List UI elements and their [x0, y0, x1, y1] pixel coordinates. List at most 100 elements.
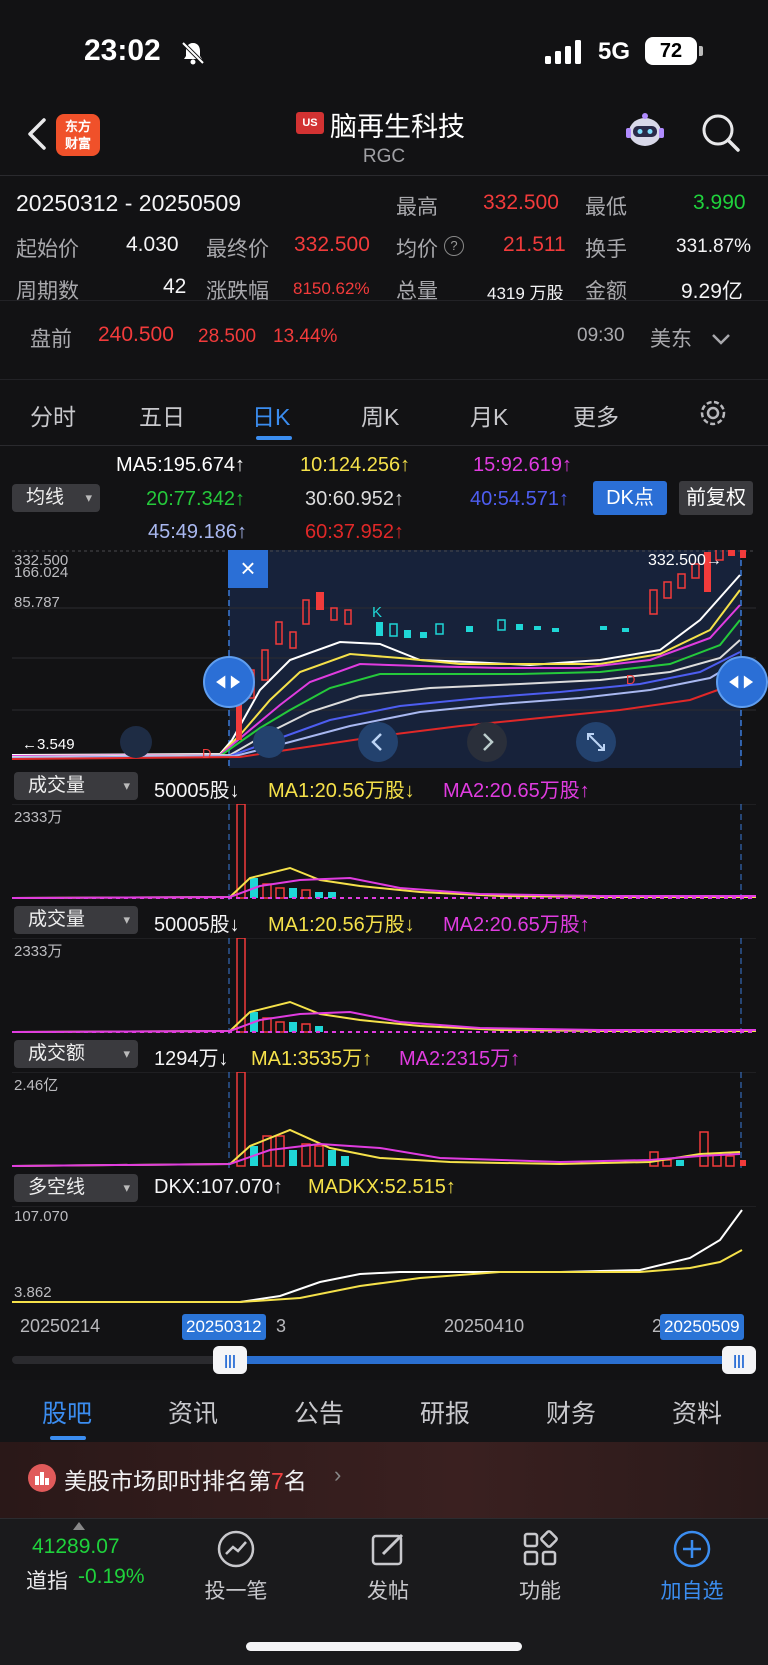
- chevron-down-icon[interactable]: [710, 331, 732, 347]
- trend-circle-icon: [217, 1530, 255, 1568]
- grid-icon: [523, 1530, 558, 1566]
- left-shade-button[interactable]: [120, 726, 152, 758]
- high-value: 332.500: [483, 191, 559, 214]
- tab-research[interactable]: 研报: [420, 1394, 470, 1430]
- close-value: 332.500: [294, 233, 370, 256]
- high-label: 最高: [396, 196, 438, 219]
- premarket-zone: 美东: [650, 328, 692, 351]
- range-start-chip: 20250312: [182, 1314, 266, 1340]
- back-arrow-icon[interactable]: [22, 114, 52, 154]
- nav-functions[interactable]: 功能: [485, 1529, 595, 1605]
- premarket-price: 240.500: [98, 323, 174, 346]
- expand-icon: [587, 733, 605, 751]
- timeline-selected-range[interactable]: [228, 1356, 740, 1364]
- volume-bars-2: [11, 938, 756, 1038]
- volume-value-2: 50005股↓: [154, 914, 240, 936]
- chevron-right-icon: [483, 733, 494, 751]
- nav-add-watchlist[interactable]: 加自选: [637, 1529, 747, 1605]
- drag-arrows-icon: [216, 675, 241, 689]
- avg-value: 21.511: [503, 233, 566, 256]
- open-label: 起始价: [16, 238, 79, 261]
- volume-ma1-1: MA1:20.56万股↓: [268, 780, 415, 802]
- price-chart[interactable]: 332.500 166.024 85.787 332.500→ ←3.549 K…: [0, 550, 768, 768]
- tab-forum[interactable]: 股吧: [42, 1394, 92, 1430]
- stock-name[interactable]: 脑再生科技: [330, 105, 465, 144]
- tab-more[interactable]: 更多: [573, 398, 619, 432]
- tab-five-day[interactable]: 五日: [139, 398, 185, 432]
- ma45-value: 45:49.186↑: [148, 521, 247, 543]
- app-logo[interactable]: 东方 财富: [56, 114, 100, 156]
- premarket-change-pct: 13.44%: [273, 326, 338, 347]
- robot-assistant-icon[interactable]: [622, 108, 668, 154]
- dkx-selector[interactable]: 多空线: [14, 1174, 138, 1202]
- help-icon[interactable]: ?: [444, 236, 464, 256]
- plus-button[interactable]: [253, 726, 285, 758]
- signal-icon: [545, 40, 581, 64]
- ranking-banner[interactable]: 美股市场即时排名第7名 ›: [0, 1442, 768, 1518]
- gear-icon[interactable]: [696, 396, 730, 430]
- ranking-prefix: 美股市场即时排名第: [64, 1468, 271, 1494]
- market-badge: US: [296, 112, 324, 134]
- volume-selector-2[interactable]: 成交量: [14, 906, 138, 934]
- fullscreen-button[interactable]: [576, 722, 616, 762]
- volume-panel-2: 成交量 50005股↓ MA1:20.56万股↓ MA2:20.65万股↑ 23…: [0, 904, 768, 1038]
- ma10-value: 10:124.256↑: [300, 454, 411, 476]
- close-selection-button[interactable]: ×: [228, 550, 268, 588]
- volume-panel-1: 成交量 50005股↓ MA1:20.56万股↓ MA2:20.65万股↑ 23…: [0, 770, 768, 904]
- tab-weekly-k[interactable]: 周K: [361, 398, 399, 432]
- scroll-left-button[interactable]: [358, 722, 398, 762]
- amount-ma1: MA1:3535万↑: [251, 1048, 373, 1070]
- left-range-handle[interactable]: [203, 656, 255, 708]
- period-tabs: 分时 五日 日K 周K 月K 更多: [0, 380, 768, 446]
- amount-ma2: MA2:2315万↑: [399, 1048, 521, 1070]
- right-range-handle[interactable]: [716, 656, 768, 708]
- volume-ma1-2: MA1:20.56万股↓: [268, 914, 415, 936]
- tab-profile[interactable]: 资料: [672, 1394, 722, 1430]
- dkx-value: DKX:107.070↑: [154, 1176, 283, 1198]
- low-label: 最低: [585, 196, 627, 219]
- ma60-value: 60:37.952↑: [305, 521, 404, 543]
- search-icon[interactable]: [700, 112, 742, 154]
- indicator-selector[interactable]: 均线: [12, 484, 100, 512]
- nav-post-label: 发帖: [367, 1580, 409, 1603]
- timeline-end-handle[interactable]: |||: [722, 1346, 756, 1374]
- chevron-right-icon: ›: [334, 1462, 342, 1487]
- ranking-icon: [28, 1464, 56, 1492]
- timeline-date-3: 20250410: [444, 1316, 525, 1336]
- price-label-mid: 166.024: [14, 564, 69, 581]
- tab-monthly-k[interactable]: 月K: [470, 398, 508, 432]
- tab-news[interactable]: 资讯: [168, 1394, 218, 1430]
- tab-intraday[interactable]: 分时: [30, 398, 76, 432]
- volume-value-1: 50005股↓: [154, 780, 240, 802]
- tab-daily-k[interactable]: 日K: [252, 398, 290, 432]
- ma30-value: 30:60.952↑: [305, 488, 404, 510]
- nav-trade[interactable]: 投一笔: [181, 1529, 291, 1605]
- ranking-text: 美股市场即时排名第7名: [64, 1462, 307, 1496]
- tab-financials[interactable]: 财务: [546, 1394, 596, 1430]
- price-label-low: 85.787: [14, 594, 60, 611]
- nav-post[interactable]: 发帖: [333, 1529, 443, 1605]
- scroll-right-button[interactable]: [467, 722, 507, 762]
- home-indicator: [246, 1642, 522, 1651]
- change-value: 8150.62%: [293, 279, 370, 298]
- battery-indicator: 72: [645, 37, 703, 65]
- premarket-time: 09:30: [577, 325, 625, 346]
- dk-point-button[interactable]: DK点: [593, 481, 667, 515]
- d-marker: D: [202, 746, 212, 761]
- add-circle-icon: [673, 1530, 711, 1568]
- ma15-value: 15:92.619↑: [473, 454, 572, 476]
- tab-announcements[interactable]: 公告: [294, 1394, 344, 1430]
- premarket-row[interactable]: 盘前 240.500 28.500 13.44% 09:30 美东: [0, 300, 768, 380]
- forward-adjust-button[interactable]: 前复权: [679, 481, 753, 515]
- turnover-label: 换手: [585, 238, 627, 261]
- amount-selector[interactable]: 成交额: [14, 1040, 138, 1068]
- timeline-date-2-tail: 3: [276, 1316, 287, 1336]
- timeline-start-handle[interactable]: |||: [213, 1346, 247, 1374]
- ma5-value: MA5:195.674↑: [116, 454, 245, 476]
- volume-bars-1: [11, 804, 756, 904]
- amount-value: 1294万↓: [154, 1048, 229, 1070]
- low-value: 3.990: [693, 191, 746, 214]
- triangle-up-icon: [73, 1522, 85, 1530]
- bell-muted-icon: [181, 41, 205, 65]
- volume-selector-1[interactable]: 成交量: [14, 772, 138, 800]
